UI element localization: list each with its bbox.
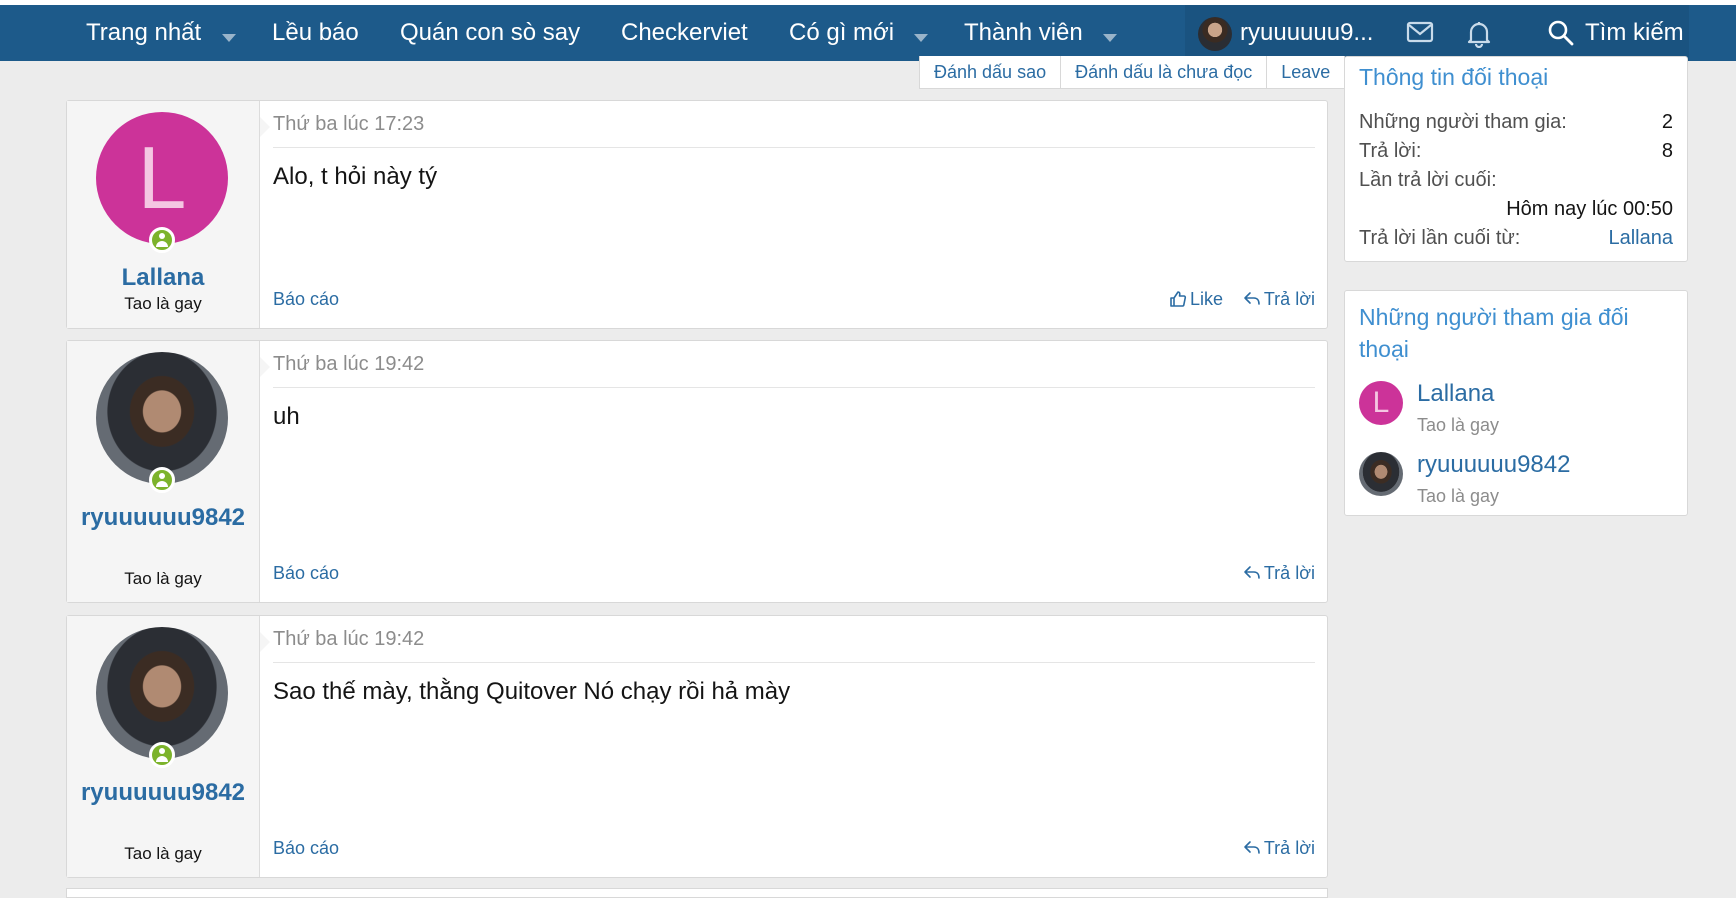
online-status-icon (149, 742, 175, 768)
like-label: Like (1189, 289, 1223, 309)
info-value: Hôm nay lúc 00:50 (1506, 198, 1673, 220)
online-status-icon (149, 467, 175, 493)
nav-item-checkerviet[interactable]: Checkerviet (621, 5, 748, 61)
user-title: Tao là gay (124, 569, 202, 588)
message-user-panel: ryuuuuuu9842 Tao là gay (67, 616, 270, 877)
info-label: Những người tham gia: (1359, 111, 1567, 133)
thumbs-up-icon (1170, 291, 1187, 307)
info-value: 8 (1661, 140, 1673, 162)
reply-label: Trả lời (1263, 838, 1315, 858)
nav-item-trang-nhat[interactable]: Trang nhất (86, 5, 201, 61)
chevron-down-icon[interactable] (914, 34, 928, 42)
participant-name-link[interactable]: ryuuuuuu9842 (1417, 451, 1570, 479)
reply-button[interactable]: Trả lời (1243, 289, 1315, 310)
leave-conversation-button[interactable]: Leave (1267, 56, 1344, 88)
search-label: Tìm kiếm (1585, 19, 1684, 46)
panel-title: Thông tin đối thoại (1359, 64, 1549, 90)
conversation-info-panel: Thông tin đối thoại Những người tham gia… (1344, 56, 1688, 262)
reply-button[interactable]: Trả lời (1243, 838, 1315, 859)
message-user-panel: L Lallana Tao là gay (67, 101, 270, 328)
message-username[interactable]: Lallana (67, 261, 259, 295)
user-title: Tao là gay (124, 294, 202, 313)
message-body: Thứ ba lúc 19:42 uh Báo cáo Trả lời (273, 341, 1315, 602)
info-value: 2 (1661, 111, 1673, 133)
message-text: uh (273, 403, 300, 430)
mark-unread-button[interactable]: Đánh dấu là chưa đọc (1061, 56, 1268, 88)
last-reply-user-link[interactable]: Lallana (1608, 227, 1673, 250)
chevron-down-icon[interactable] (222, 34, 236, 42)
message: L Lallana Tao là gay Thứ ba lúc 17:23 Al… (66, 100, 1328, 329)
reply-icon (1244, 841, 1260, 854)
info-label: Trả lời: (1359, 140, 1422, 162)
star-conversation-button[interactable]: Đánh dấu sao (920, 56, 1062, 88)
participants-panel: Những người tham gia đối thoại L Lallana… (1344, 290, 1688, 516)
nav-item-quan-con-so-say[interactable]: Quán con sò say (400, 5, 580, 61)
search-button[interactable]: Tìm kiếm (1523, 5, 1689, 61)
nav-item-leu-bao[interactable]: Lều báo (272, 5, 359, 61)
search-icon (1548, 20, 1574, 46)
message-date[interactable]: Thứ ba lúc 19:42 (273, 628, 1315, 663)
mail-icon[interactable] (1406, 20, 1434, 44)
participant-title: Tao là gay (1417, 415, 1500, 435)
info-row-replies: Trả lời: 8 (1359, 140, 1673, 163)
avatar[interactable]: L (96, 112, 228, 244)
avatar[interactable] (1359, 452, 1403, 496)
avatar[interactable]: L (1359, 381, 1403, 425)
nav-item-co-gi-moi[interactable]: Có gì mới (789, 5, 894, 61)
message-date[interactable]: Thứ ba lúc 19:42 (273, 353, 1315, 388)
info-label: Lần trả lời cuối: (1359, 169, 1497, 191)
participant-name-link[interactable]: Lallana (1417, 380, 1494, 408)
info-row-last-reply: Lần trả lời cuối: (1359, 169, 1673, 192)
report-link[interactable]: Báo cáo (273, 563, 339, 584)
message: ryuuuuuu9842 Tao là gay Thứ ba lúc 19:42… (66, 615, 1328, 878)
avatar[interactable] (96, 627, 228, 759)
reply-icon (1244, 566, 1260, 579)
panel-title: Những người tham gia đối thoại (1359, 304, 1629, 362)
message-body: Thứ ba lúc 17:23 Alo, t hỏi này tý Báo c… (273, 101, 1315, 328)
bell-icon[interactable] (1466, 20, 1492, 48)
reply-label: Trả lời (1263, 289, 1315, 309)
message-text: Sao thế mày, thằng Quitover Nó chạy rồi … (273, 678, 791, 705)
nav-item-thanh-vien[interactable]: Thành viên (964, 5, 1083, 61)
info-row-participants: Những người tham gia: 2 (1359, 111, 1673, 134)
online-status-icon (149, 227, 175, 253)
message-text: Alo, t hỏi này tý (273, 163, 438, 190)
reply-icon (1244, 292, 1260, 305)
info-label: Trả lời lần cuối từ: (1359, 227, 1521, 249)
message: ryuuuuuu9842 Tao là gay Thứ ba lúc 19:42… (66, 340, 1328, 603)
user-menu-name: ryuuuuuu9... (1240, 19, 1374, 46)
report-link[interactable]: Báo cáo (273, 838, 339, 859)
chevron-down-icon[interactable] (1103, 34, 1117, 42)
avatar (1198, 17, 1232, 51)
conversation-actions: Đánh dấu sao Đánh dấu là chưa đọc Leave (919, 56, 1346, 89)
user-title: Tao là gay (124, 844, 202, 863)
reply-button[interactable]: Trả lời (1243, 563, 1315, 584)
info-row-last-reply-by: Trả lời lần cuối từ: Lallana (1359, 227, 1673, 250)
message-date[interactable]: Thứ ba lúc 17:23 (273, 113, 1315, 148)
message-body: Thứ ba lúc 19:42 Sao thế mày, thằng Quit… (273, 616, 1315, 877)
like-button[interactable]: Like (1169, 289, 1223, 310)
reply-label: Trả lời (1263, 563, 1315, 583)
message-username[interactable]: ryuuuuuu9842 (67, 501, 259, 535)
avatar[interactable] (96, 352, 228, 484)
participant-title: Tao là gay (1417, 486, 1500, 506)
top-navigation-bar: Trang nhất Lều báo Quán con sò say Check… (0, 0, 1736, 61)
report-link[interactable]: Báo cáo (273, 289, 339, 310)
message (66, 888, 1328, 898)
message-username[interactable]: ryuuuuuu9842 (67, 776, 259, 810)
message-user-panel: ryuuuuuu9842 Tao là gay (67, 341, 270, 602)
